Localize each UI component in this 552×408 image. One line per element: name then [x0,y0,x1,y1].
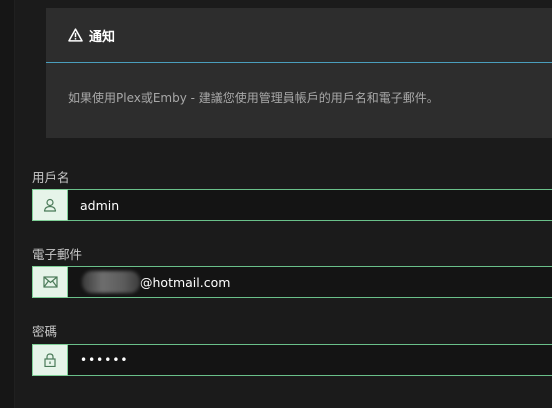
username-input[interactable]: admin [68,189,552,221]
left-sidebar-edge [0,0,15,408]
password-field[interactable]: •••••• [32,344,552,376]
password-icon-box [32,344,68,376]
warning-icon [68,28,83,42]
password-input[interactable]: •••••• [68,344,552,376]
username-icon-box [32,189,68,221]
username-field[interactable]: admin [32,189,552,221]
password-label: 密碼 [32,324,58,339]
password-value: •••••• [80,353,129,367]
notice-panel: 通知 如果使用Plex或Emby - 建議您使用管理員帳戶的用戶名和電子郵件。 [46,8,552,138]
mail-icon [42,276,58,288]
email-value-suffix: @hotmail.com [140,274,231,290]
email-label: 電子郵件 [32,247,83,262]
notice-message: 如果使用Plex或Emby - 建議您使用管理員帳戶的用戶名和電子郵件。 [68,91,439,105]
email-input[interactable]: @hotmail.com [68,266,552,298]
user-icon [43,198,57,212]
lock-icon [44,353,56,367]
notice-title: 通知 [89,29,116,45]
redacted-email-blur [82,271,140,293]
setup-page: 通知 如果使用Plex或Emby - 建議您使用管理員帳戶的用戶名和電子郵件。 … [0,0,552,408]
email-icon-box [32,266,68,298]
notice-header: 通知 [46,8,552,63]
email-field[interactable]: @hotmail.com [32,266,552,298]
username-label: 用戶名 [32,170,70,185]
username-value: admin [80,197,120,213]
